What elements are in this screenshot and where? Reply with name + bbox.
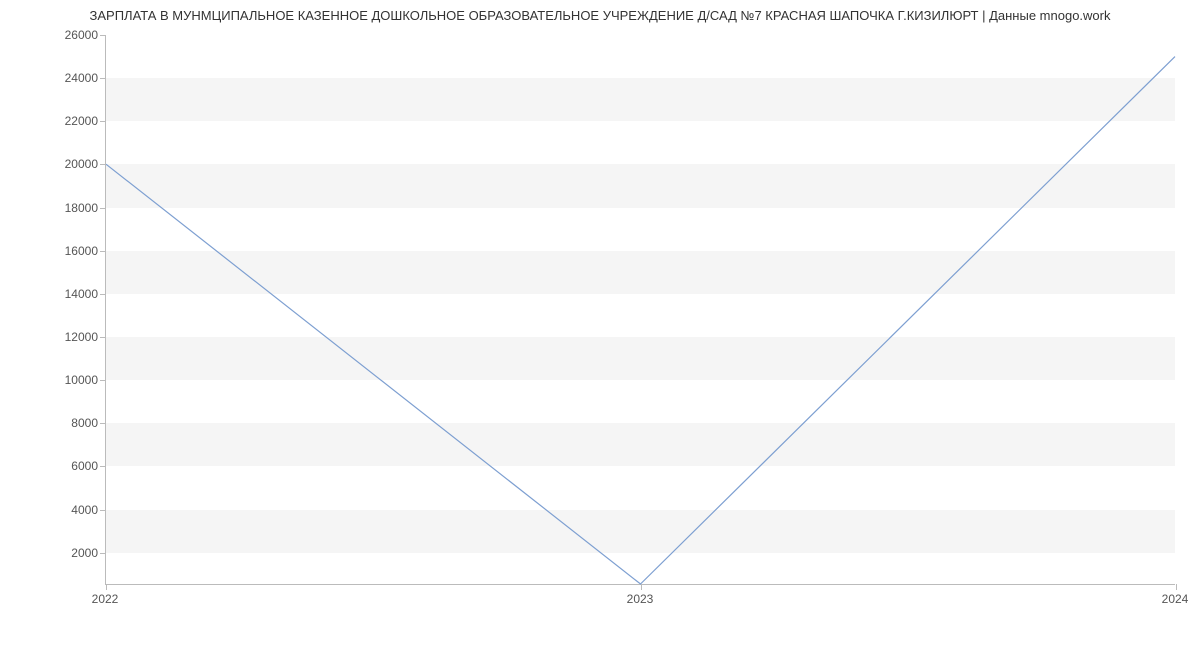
- x-tick-mark: [1176, 584, 1177, 590]
- y-tick-label: 16000: [8, 244, 98, 258]
- y-tick-label: 18000: [8, 201, 98, 215]
- x-tick-mark: [106, 584, 107, 590]
- y-tick-label: 12000: [8, 330, 98, 344]
- y-tick-mark: [100, 164, 106, 165]
- y-tick-mark: [100, 35, 106, 36]
- chart-container: ЗАРПЛАТА В МУНМЦИПАЛЬНОЕ КАЗЕННОЕ ДОШКОЛ…: [0, 0, 1200, 650]
- plot-area: [105, 35, 1175, 585]
- y-tick-label: 10000: [8, 373, 98, 387]
- y-tick-label: 4000: [8, 503, 98, 517]
- y-tick-mark: [100, 423, 106, 424]
- x-tick-label: 2022: [92, 592, 119, 606]
- y-tick-mark: [100, 208, 106, 209]
- x-tick-label: 2023: [627, 592, 654, 606]
- y-tick-label: 24000: [8, 71, 98, 85]
- y-tick-mark: [100, 294, 106, 295]
- y-tick-label: 2000: [8, 546, 98, 560]
- y-tick-label: 20000: [8, 157, 98, 171]
- y-tick-label: 14000: [8, 287, 98, 301]
- y-tick-mark: [100, 251, 106, 252]
- y-tick-label: 6000: [8, 459, 98, 473]
- y-tick-mark: [100, 380, 106, 381]
- y-tick-mark: [100, 337, 106, 338]
- chart-title: ЗАРПЛАТА В МУНМЦИПАЛЬНОЕ КАЗЕННОЕ ДОШКОЛ…: [0, 8, 1200, 23]
- y-tick-mark: [100, 510, 106, 511]
- y-tick-mark: [100, 78, 106, 79]
- y-tick-mark: [100, 553, 106, 554]
- line-layer: [106, 35, 1175, 584]
- y-tick-mark: [100, 121, 106, 122]
- x-tick-mark: [641, 584, 642, 590]
- y-tick-label: 26000: [8, 28, 98, 42]
- x-tick-label: 2024: [1162, 592, 1189, 606]
- y-tick-mark: [100, 466, 106, 467]
- data-series-line: [106, 57, 1175, 584]
- y-tick-label: 22000: [8, 114, 98, 128]
- y-tick-label: 8000: [8, 416, 98, 430]
